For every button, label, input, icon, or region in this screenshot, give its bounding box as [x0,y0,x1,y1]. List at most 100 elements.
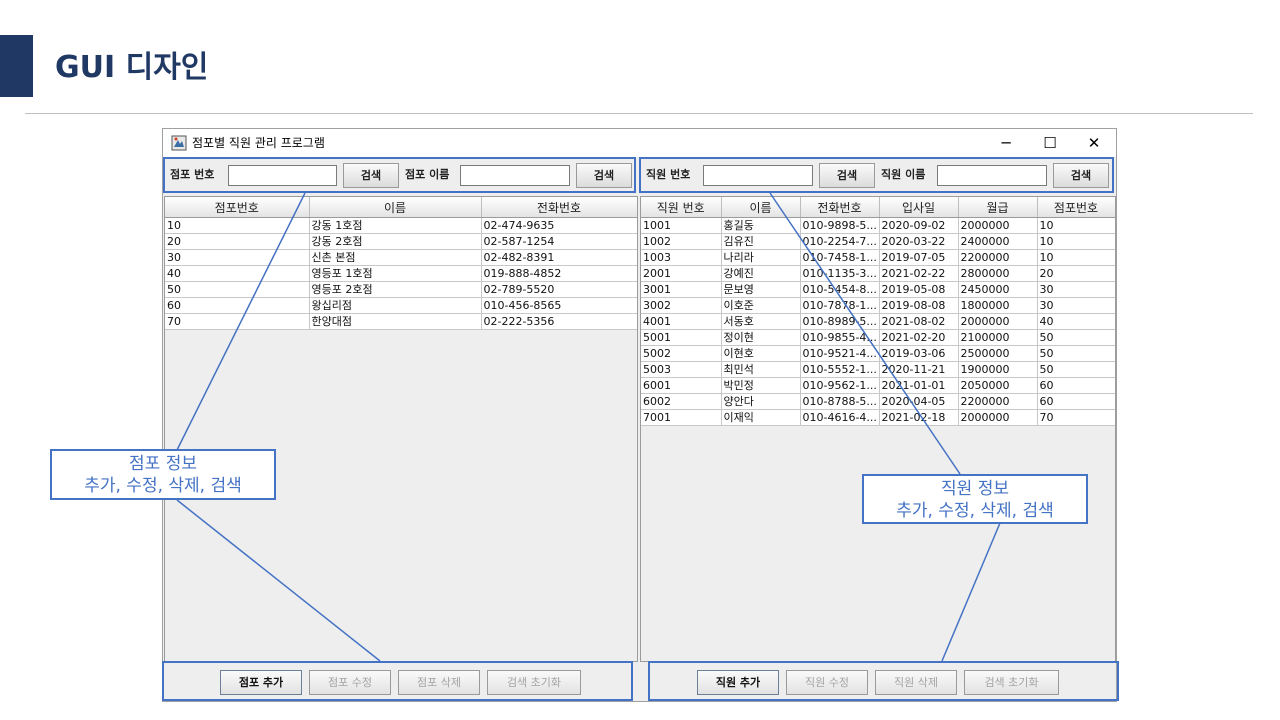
table-row[interactable]: 50 영등포 2호점 02-789-5520 [165,281,637,298]
employee-cell[interactable]: 1800000 [958,297,1038,314]
employee-cell[interactable]: 박민정 [721,377,801,394]
table-row[interactable]: 10 강동 1호점 02-474-9635 [165,217,637,234]
store-cell[interactable]: 60 [165,297,310,314]
table-row[interactable]: 4001 서동호 010-8989-5... 2021-08-02 2000000 40 [641,313,1115,330]
table-row[interactable]: 3002 이호준 010-7878-1... 2019-08-08 1800000 30 [641,297,1115,314]
employee-cell[interactable]: 2021-02-18 [879,409,959,426]
employee-column-header[interactable]: 입사일 [879,197,959,218]
employee-cell[interactable]: 2800000 [958,265,1038,282]
employee-cell[interactable]: 70 [1037,409,1115,426]
employee-cell[interactable]: 2001 [641,265,722,282]
employee-cell[interactable]: 2000000 [958,217,1038,234]
store-cell[interactable]: 영등포 1호점 [309,265,482,282]
employee-cell[interactable]: 5002 [641,345,722,362]
employee-cell[interactable]: 1001 [641,217,722,234]
store-cell[interactable]: 영등포 2호점 [309,281,482,298]
store-cell[interactable]: 019-888-4852 [481,265,637,282]
employee-cell[interactable]: 010-8788-5... [800,393,880,410]
employee-cell[interactable]: 이재익 [721,409,801,426]
maximize-button[interactable]: ☐ [1028,129,1072,157]
table-row[interactable]: 7001 이재익 010-4616-4... 2021-02-18 2000000 70 [641,409,1115,426]
employee-cell[interactable]: 2020-03-22 [879,233,959,250]
employee-cell[interactable]: 2000000 [958,313,1038,330]
employee-cell[interactable]: 1003 [641,249,722,266]
table-row[interactable]: 1003 나리라 010-7458-1... 2019-07-05 2200000 10 [641,249,1115,266]
employee-cell[interactable]: 문보영 [721,281,801,298]
store-column-header[interactable]: 점포번호 [165,197,310,218]
employee-cell[interactable]: 2100000 [958,329,1038,346]
table-row[interactable]: 6001 박민정 010-9562-1... 2021-01-01 2050000 60 [641,377,1115,394]
store-cell[interactable]: 02-474-9635 [481,217,637,234]
employee-cell[interactable]: 이호준 [721,297,801,314]
table-row[interactable]: 5003 최민석 010-5552-1... 2020-11-21 1900000 50 [641,361,1115,378]
employee-cell[interactable]: 60 [1037,377,1115,394]
store-cell[interactable]: 10 [165,217,310,234]
store-cell[interactable]: 강동 1호점 [309,217,482,234]
employee-cell[interactable]: 6001 [641,377,722,394]
employee-cell[interactable]: 2021-02-20 [879,329,959,346]
employee-cell[interactable]: 6002 [641,393,722,410]
employee-cell[interactable]: 40 [1037,313,1115,330]
employee-cell[interactable]: 10 [1037,217,1115,234]
table-row[interactable]: 5002 이현호 010-9521-4... 2019-03-06 2500000 50 [641,345,1115,362]
window-titlebar[interactable]: 점포별 직원 관리 프로그램 ─ ☐ ✕ [163,129,1116,157]
store-column-header[interactable]: 전화번호 [481,197,637,218]
employee-cell[interactable]: 이현호 [721,345,801,362]
store-cell[interactable]: 02-222-5356 [481,313,637,330]
employee-cell[interactable]: 정이현 [721,329,801,346]
employee-cell[interactable]: 1002 [641,233,722,250]
employee-cell[interactable]: 서동호 [721,313,801,330]
employee-column-header[interactable]: 점포번호 [1037,197,1115,218]
employee-cell[interactable]: 010-7878-1... [800,297,880,314]
employee-cell[interactable]: 김유진 [721,233,801,250]
minimize-button[interactable]: ─ [984,129,1028,157]
store-column-header[interactable]: 이름 [309,197,482,218]
table-row[interactable]: 20 강동 2호점 02-587-1254 [165,233,637,250]
employee-cell[interactable]: 60 [1037,393,1115,410]
employee-cell[interactable]: 010-5552-1... [800,361,880,378]
employee-cell[interactable]: 2000000 [958,409,1038,426]
employee-cell[interactable]: 2500000 [958,345,1038,362]
store-cell[interactable]: 20 [165,233,310,250]
store-cell[interactable]: 70 [165,313,310,330]
employee-cell[interactable]: 2019-03-06 [879,345,959,362]
table-row[interactable]: 3001 문보영 010-5454-8... 2019-05-08 2450000 30 [641,281,1115,298]
employee-cell[interactable]: 2021-01-01 [879,377,959,394]
employee-cell[interactable]: 1900000 [958,361,1038,378]
table-row[interactable]: 2001 강예진 010-1135-3... 2021-02-22 2800000 20 [641,265,1115,282]
table-row[interactable]: 6002 양안다 010-8788-5... 2020-04-05 2200000 60 [641,393,1115,410]
employee-cell[interactable]: 2019-05-08 [879,281,959,298]
employee-cell[interactable]: 2200000 [958,249,1038,266]
employee-cell[interactable]: 010-2254-7... [800,233,880,250]
store-cell[interactable]: 02-789-5520 [481,281,637,298]
store-cell[interactable]: 한양대점 [309,313,482,330]
employee-cell[interactable]: 2019-08-08 [879,297,959,314]
table-row[interactable]: 5001 정이현 010-9855-4... 2021-02-20 2100000 50 [641,329,1115,346]
employee-cell[interactable]: 양안다 [721,393,801,410]
table-row[interactable]: 40 영등포 1호점 019-888-4852 [165,265,637,282]
employee-cell[interactable]: 010-9521-4... [800,345,880,362]
employee-cell[interactable]: 30 [1037,281,1115,298]
employee-cell[interactable]: 010-9898-5... [800,217,880,234]
employee-cell[interactable]: 2020-09-02 [879,217,959,234]
store-table-pane[interactable]: 점포번호 이름 전화번호 10 강동 1호점 02-474-9635 20 강동 2호점 02… [164,196,638,662]
employee-cell[interactable]: 010-7458-1... [800,249,880,266]
employee-cell[interactable]: 2050000 [958,377,1038,394]
employee-cell[interactable]: 20 [1037,265,1115,282]
store-cell[interactable]: 50 [165,281,310,298]
employee-cell[interactable]: 10 [1037,233,1115,250]
employee-column-header[interactable]: 직원 번호 [641,197,722,218]
employee-cell[interactable]: 나리라 [721,249,801,266]
employee-cell[interactable]: 2020-04-05 [879,393,959,410]
employee-cell[interactable]: 3002 [641,297,722,314]
employee-cell[interactable]: 2020-11-21 [879,361,959,378]
employee-cell[interactable]: 강예진 [721,265,801,282]
employee-cell[interactable]: 2019-07-05 [879,249,959,266]
employee-cell[interactable]: 010-4616-4... [800,409,880,426]
employee-cell[interactable]: 3001 [641,281,722,298]
store-cell[interactable]: 왕십리점 [309,297,482,314]
employee-cell[interactable]: 010-9562-1... [800,377,880,394]
employee-cell[interactable]: 2021-08-02 [879,313,959,330]
employee-column-header[interactable]: 전화번호 [800,197,880,218]
employee-cell[interactable]: 50 [1037,345,1115,362]
